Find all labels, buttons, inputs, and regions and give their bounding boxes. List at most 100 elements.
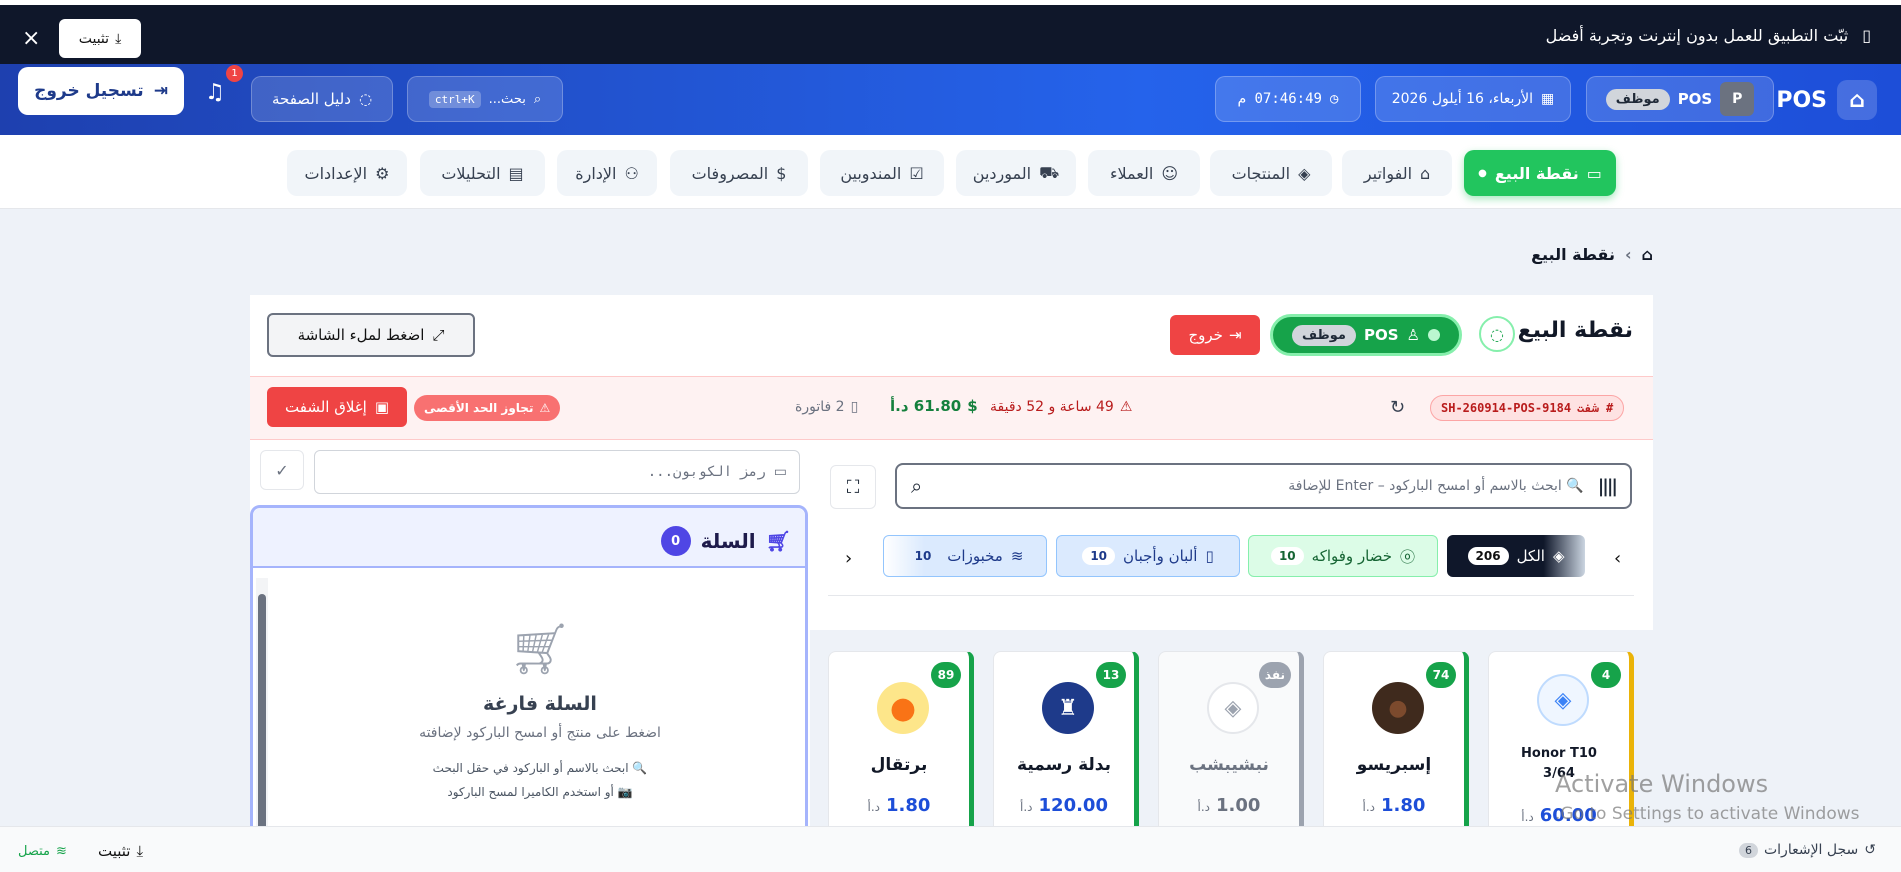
category-bakery[interactable]: ≋ مخبوزات 10 [883, 535, 1047, 577]
nav-settings[interactable]: ⚙ الإعدادات [287, 150, 407, 196]
history-icon: ↺ [1864, 842, 1876, 858]
nav-customers[interactable]: ☺ العملاء [1088, 150, 1200, 196]
activation-watermark-sub: Go to Settings to activate Windows. [1555, 804, 1860, 824]
user-check-icon: ☑ [909, 163, 924, 183]
top-header: ⌂ POS P POS موظف ▦ الأربعاء، 16 أيلول 20… [0, 64, 1901, 135]
receipt-icon: $ [776, 163, 787, 183]
page-guide-button[interactable]: ◌ دليل الصفحة [251, 76, 393, 122]
orange-icon: ● [877, 682, 929, 734]
phone-icon: ▯ [1862, 26, 1871, 45]
role-badge: موظف [1292, 324, 1356, 346]
file-icon: ▯ [850, 399, 859, 415]
session-status: ♙ POS موظف [1270, 314, 1462, 356]
role-badge: موظف [1605, 88, 1670, 110]
ticket-icon: ▭ [773, 464, 787, 480]
download-icon: ⤓ [115, 30, 122, 47]
install-button[interactable]: ⤓ تثبيت [59, 19, 141, 58]
fullscreen-button[interactable]: ⤢ اضغط لملء الشاشة [267, 313, 475, 357]
truck-icon: ⛟ [1039, 162, 1060, 182]
nav-invoices[interactable]: ⌂ الفواتير [1342, 150, 1452, 196]
clock-icon: ◷ [1329, 91, 1339, 107]
logout-button[interactable]: ⇥ تسجيل خروج [18, 67, 184, 115]
install-button[interactable]: ⤓ تثبيت [98, 842, 143, 860]
nav-pos[interactable]: ▭ نقطة البيع ● [1464, 150, 1616, 196]
home-icon[interactable]: ⌂ [1642, 245, 1653, 264]
page-title: نقطة البيع [1517, 318, 1633, 343]
cart-icon: 🛒︎ [765, 529, 791, 553]
notification-log-button[interactable]: ↺ سجل الإشعارات 6 [1738, 842, 1876, 858]
nav-suppliers[interactable]: ⛟ الموردين [956, 150, 1076, 196]
nav-reps[interactable]: ☑ المندوبين [820, 150, 944, 196]
scanner-frame-button[interactable]: ⛶ [830, 465, 876, 509]
box-icon: ◈ [1298, 163, 1311, 183]
card-icon: ▭ [1586, 163, 1602, 183]
layout-icon: ▤ [508, 163, 524, 183]
shortcut-hint: ctrl+K [428, 90, 481, 108]
box-icon: ◈ [1537, 674, 1589, 726]
bell-icon[interactable]: ♫ [205, 80, 225, 105]
lock-icon: ▣ [374, 398, 389, 416]
shift-amount: $ 61.80 د.أ [890, 397, 978, 415]
bread-icon: ≋ [1010, 547, 1024, 565]
lightbulb-icon[interactable]: ◌ [1479, 316, 1515, 352]
user-name: POS [1677, 90, 1713, 108]
avatar: P [1720, 82, 1755, 116]
activation-watermark: Activate Windows [1555, 770, 1769, 798]
search-icon: ⌕ [911, 474, 923, 498]
category-dairy[interactable]: ▯ ألبان وأجبان 10 [1056, 535, 1240, 577]
nav-products[interactable]: ◈ المنتجات [1210, 150, 1332, 196]
store-icon: ⌂ [1837, 80, 1877, 120]
close-shift-button[interactable]: ▣ إغلاق الشفت [267, 387, 407, 427]
cart-title: 🛒︎ السلة 0 [660, 526, 791, 556]
status-dot [1427, 329, 1440, 341]
logout-icon: ⇥ [153, 81, 168, 101]
barcode-icon[interactable]: |||| [1598, 476, 1618, 497]
nav-expenses[interactable]: $ المصروفات [670, 150, 808, 196]
search-icon: ⌕ [533, 91, 542, 107]
cart-count: 0 [660, 526, 691, 556]
milk-icon: ▯ [1205, 547, 1214, 565]
nav-analytics[interactable]: ▤ التحليلات [420, 150, 545, 196]
install-banner: ▯ ثبّت التطبيق للعمل بدون إنترنت وتجربة … [0, 0, 1901, 64]
chevron-left-icon[interactable]: ‹ [845, 548, 852, 569]
breadcrumb: ⌂ › نقطة البيع [1531, 245, 1653, 264]
category-all[interactable]: ◈ الكل 206 [1447, 535, 1585, 577]
product-search-input[interactable]: |||| 🔍 ابحث بالاسم أو امسح الباركود – En… [895, 463, 1632, 509]
category-vegetables[interactable]: ⓞ خضار وفواكه 10 [1248, 535, 1438, 577]
main-nav: ▭ نقطة البيع ● ⌂ الفواتير ◈ المنتجات ☺ العملا… [0, 135, 1901, 209]
user-menu[interactable]: P POS موظف [1586, 76, 1774, 122]
cart-icon: 🛒︎ [508, 620, 572, 678]
users-icon: ☺ [1161, 163, 1179, 183]
search-button[interactable]: ⌕ بحث... ctrl+K [407, 76, 563, 122]
divider [828, 595, 1634, 596]
warning-icon: ⚠ [1119, 399, 1133, 415]
coupon-input[interactable]: ▭ رمز الكوبون... [314, 450, 800, 494]
wifi-icon: ≋ [56, 844, 67, 859]
logout-icon: ⇥ [1228, 326, 1242, 344]
nav-admin[interactable]: ⚇ الإدارة [557, 150, 657, 196]
lightbulb-icon: ◌ [358, 90, 373, 108]
close-icon[interactable]: × [22, 26, 40, 51]
status-bar [0, 826, 1901, 872]
shift-invoices: ▯ 2 فاتورة [795, 399, 859, 415]
exit-button[interactable]: ⇥ خروج [1170, 315, 1260, 355]
suit-icon: ♜ [1042, 682, 1094, 734]
home-icon: ⌂ [1420, 163, 1431, 183]
empty-cart: 🛒︎ السلة فارغة اضغط على منتج أو امسح الب… [370, 620, 710, 799]
notification-badge: 1 [226, 65, 243, 82]
box-icon: ◈ [1207, 682, 1259, 734]
download-icon: ⤓ [136, 842, 144, 860]
user-cog-icon: ⚇ [624, 163, 639, 183]
box-icon: ◈ [1552, 547, 1565, 565]
user-icon: ♙ [1406, 326, 1420, 344]
refresh-icon[interactable]: ↻ [1390, 397, 1405, 418]
expand-icon: ⤢ [432, 326, 445, 344]
app-logo[interactable]: ⌂ POS [1776, 80, 1877, 120]
dollar-icon: $ [967, 397, 978, 415]
shift-id-badge: # شفت SH-260914-POS-9184 [1430, 395, 1625, 421]
date-display: ▦ الأربعاء، 16 أيلول 2026 [1375, 76, 1571, 122]
chevron-right-icon[interactable]: › [1614, 548, 1621, 569]
apply-coupon-button[interactable]: ✓ [260, 450, 304, 490]
calendar-icon: ▦ [1541, 91, 1555, 107]
install-message: ▯ ثبّت التطبيق للعمل بدون إنترنت وتجربة … [1545, 26, 1871, 45]
